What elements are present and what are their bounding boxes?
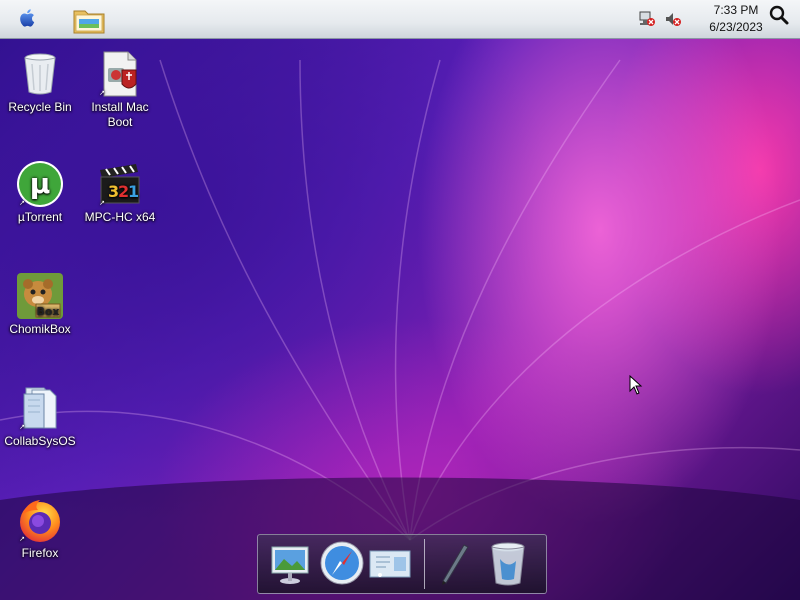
mail-icon[interactable] — [366, 539, 414, 587]
installer-icon: ↗ — [96, 50, 144, 98]
clock-date[interactable]: 6/23/2023 — [700, 20, 772, 34]
apple-icon[interactable] — [16, 6, 40, 30]
dock-separator — [424, 539, 425, 589]
desktop-icon-label: Recycle Bin — [8, 100, 72, 114]
desktop-icon-label: MPC-HC x64 — [84, 210, 156, 224]
desktop-icon-utorrent[interactable]: µ ↗ µTorrent — [0, 160, 82, 225]
mouse-cursor-icon — [629, 374, 643, 395]
svg-text:µ: µ — [30, 167, 51, 200]
clock-time[interactable]: 7:33 PM — [700, 3, 772, 17]
volume-muted-icon[interactable] — [664, 11, 682, 27]
search-icon[interactable] — [768, 4, 790, 26]
desktop-icon-label: Install Mac Boot — [91, 100, 149, 129]
desktop-icon-chomikbox[interactable]: Box ChomikBox — [0, 272, 82, 337]
firefox-icon: ↗ — [16, 496, 64, 544]
folder-icon[interactable] — [72, 5, 106, 35]
desktop-icon-label: µTorrent — [17, 210, 63, 224]
shortcut-arrow-icon: ↗ — [99, 90, 105, 97]
svg-text:1: 1 — [128, 182, 139, 201]
desktop-icon-mpc-hc[interactable]: 3 2 1 ↗ MPC-HC x64 — [78, 160, 162, 225]
preview-icon[interactable] — [266, 539, 314, 587]
desktop-icon-collabsysos[interactable]: ↗ CollabSysOS — [0, 384, 82, 449]
chomikbox-icon: Box — [16, 272, 64, 320]
desktop-icon-install-mac-boot[interactable]: ↗ Install Mac Boot — [78, 50, 162, 130]
shortcut-arrow-icon: ↗ — [19, 536, 25, 543]
recycle-bin-icon — [16, 50, 64, 98]
shortcut-arrow-icon: ↗ — [99, 200, 105, 207]
top-menubar: 7:33 PM 6/23/2023 — [0, 0, 800, 39]
svg-text:Box: Box — [36, 305, 59, 318]
shortcut-arrow-icon: ↗ — [19, 200, 25, 207]
folder-icon: ↗ — [16, 384, 64, 432]
pen-icon[interactable] — [430, 539, 478, 587]
desktop-icon-label: Firefox — [21, 546, 59, 560]
mpc-hc-icon: 3 2 1 ↗ — [96, 160, 144, 208]
desktop-icon-recycle-bin[interactable]: Recycle Bin — [0, 50, 82, 115]
shortcut-arrow-icon: ↗ — [19, 424, 25, 431]
desktop-icon-firefox[interactable]: ↗ Firefox — [0, 496, 82, 561]
dock — [257, 534, 547, 594]
desktop-icon-label: CollabSysOS — [4, 434, 76, 448]
desktop-icon-label: ChomikBox — [9, 322, 71, 336]
safari-icon[interactable] — [318, 539, 366, 587]
trash-icon[interactable] — [484, 539, 532, 587]
utorrent-icon: µ ↗ — [16, 160, 64, 208]
network-disconnected-icon[interactable] — [638, 11, 656, 27]
